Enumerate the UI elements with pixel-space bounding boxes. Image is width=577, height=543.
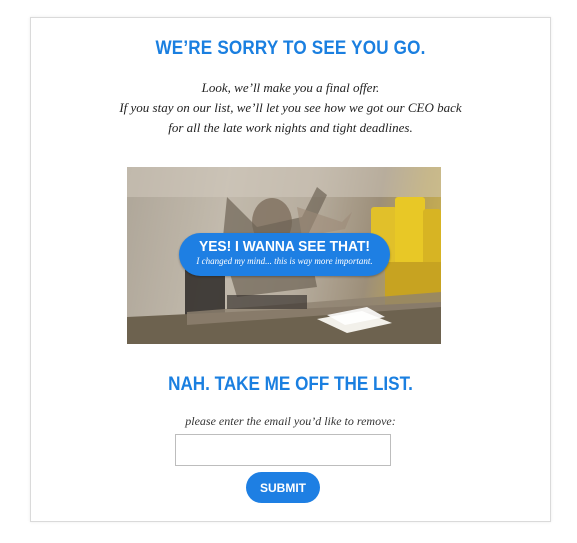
- offer-line: Look, we’ll make you a final offer.: [201, 80, 380, 95]
- email-prompt: please enter the email you’d like to rem…: [185, 414, 396, 428]
- page-title: WE’RE SORRY TO SEE YOU GO.: [155, 38, 426, 59]
- offer-line: If you stay on our list, we’ll let you s…: [119, 100, 462, 115]
- email-field[interactable]: [175, 434, 391, 466]
- yes-button-sublabel: I changed my mind... this is way more im…: [196, 256, 373, 266]
- submit-button[interactable]: SUBMIT: [246, 472, 320, 503]
- yes-button-label: YES! I WANNA SEE THAT!: [199, 238, 370, 255]
- unsubscribe-heading: NAH. TAKE ME OFF THE LIST.: [168, 374, 413, 395]
- unsubscribe-card: WE’RE SORRY TO SEE YOU GO. Look, we’ll m…: [30, 17, 551, 522]
- offer-text: Look, we’ll make you a final offer. If y…: [31, 78, 550, 138]
- office-photo: YES! I WANNA SEE THAT! I changed my mind…: [127, 167, 441, 344]
- offer-line: for all the late work nights and tight d…: [168, 120, 413, 135]
- yes-see-that-button[interactable]: YES! I WANNA SEE THAT! I changed my mind…: [179, 233, 390, 276]
